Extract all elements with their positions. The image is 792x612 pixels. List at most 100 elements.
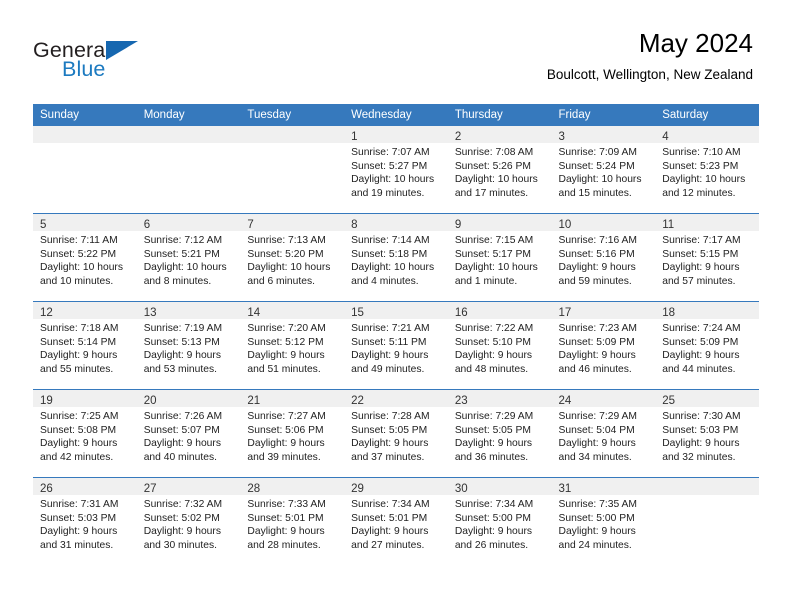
day-number: 30	[454, 483, 468, 495]
calendar-day-cell[interactable]: 15 Sunrise: 7:21 AM Sunset: 5:11 PM Dayligh…	[344, 301, 448, 390]
daylight-duration-line1: Daylight: 9 hours	[454, 438, 533, 450]
day-number-band: 12	[33, 302, 137, 319]
calendar-day-cell[interactable]: 28 Sunrise: 7:33 AM Sunset: 5:01 PM Dayligh…	[240, 477, 345, 565]
day-number-band: 31	[551, 478, 656, 495]
sunset-time: Sunset: 5:04 PM	[558, 424, 635, 436]
calendar-day-cell[interactable]: 17 Sunrise: 7:23 AM Sunset: 5:09 PM Dayligh…	[551, 301, 656, 390]
day-cell-inner: 26 Sunrise: 7:31 AM Sunset: 5:03 PM Dayligh…	[33, 478, 137, 565]
calendar-day-cell[interactable]: 31 Sunrise: 7:35 AM Sunset: 5:00 PM Dayligh…	[551, 477, 656, 565]
sunrise-time: Sunrise: 7:13 AM	[247, 235, 326, 246]
sunset-time: Sunset: 5:16 PM	[558, 248, 635, 260]
page-header: General Blue May 2024 Boulcott, Wellingt…	[0, 0, 792, 104]
calendar-day-cell[interactable]: 12 Sunrise: 7:18 AM Sunset: 5:14 PM Dayligh…	[33, 301, 137, 390]
day-cell-inner: 23 Sunrise: 7:29 AM Sunset: 5:05 PM Dayligh…	[447, 390, 552, 477]
daylight-duration-line1: Daylight: 9 hours	[351, 350, 429, 362]
calendar-day-cell[interactable]: 30 Sunrise: 7:34 AM Sunset: 5:00 PM Dayligh…	[447, 477, 552, 565]
day-cell-details: Sunrise: 7:26 AM Sunset: 5:07 PM Daylight:…	[137, 407, 241, 464]
calendar-day-cell[interactable]: 6 Sunrise: 7:12 AM Sunset: 5:21 PM Daylight…	[136, 213, 241, 302]
sunset-time: Sunset: 5:24 PM	[558, 160, 635, 172]
day-number-band: 21	[240, 390, 345, 407]
calendar-day-cell[interactable]: 29 Sunrise: 7:34 AM Sunset: 5:01 PM Dayligh…	[344, 477, 448, 565]
daylight-duration-line1: Daylight: 9 hours	[247, 350, 325, 362]
calendar-day-cell[interactable]: 7 Sunrise: 7:13 AM Sunset: 5:20 PM Daylight…	[240, 213, 345, 302]
daylight-duration-line1: Daylight: 10 hours	[40, 262, 123, 274]
day-cell-inner: 30 Sunrise: 7:34 AM Sunset: 5:00 PM Dayligh…	[447, 478, 552, 565]
calendar-day-cell[interactable]: 5 Sunrise: 7:11 AM Sunset: 5:22 PM Daylight…	[33, 213, 137, 302]
sunrise-time: Sunrise: 7:19 AM	[143, 323, 223, 334]
day-cell-inner: 27 Sunrise: 7:32 AM Sunset: 5:02 PM Dayligh…	[136, 478, 241, 565]
calendar-day-cell[interactable]: 23 Sunrise: 7:29 AM Sunset: 5:05 PM Dayligh…	[447, 389, 552, 478]
calendar-day-cell[interactable]: 26 Sunrise: 7:31 AM Sunset: 5:03 PM Dayligh…	[33, 477, 137, 565]
calendar-week-row: 26 Sunrise: 7:31 AM Sunset: 5:03 PM Dayligh…	[33, 477, 759, 565]
calendar-day-cell[interactable]: 16 Sunrise: 7:22 AM Sunset: 5:10 PM Dayligh…	[447, 301, 552, 390]
daylight-duration-line2: and 1 minute.	[454, 275, 518, 287]
daylight-duration-line2: and 55 minutes.	[40, 363, 114, 375]
sunrise-time: Sunrise: 7:23 AM	[558, 323, 637, 334]
day-cell-inner: 17 Sunrise: 7:23 AM Sunset: 5:09 PM Dayligh…	[551, 302, 656, 389]
day-number-band: 2	[447, 126, 552, 143]
calendar-day-cell[interactable]: 21 Sunrise: 7:27 AM Sunset: 5:06 PM Dayligh…	[240, 389, 345, 478]
day-cell-inner: 5 Sunrise: 7:11 AM Sunset: 5:22 PM Daylight…	[33, 214, 137, 301]
day-number-band: 19	[33, 390, 137, 407]
daylight-duration-line2: and 59 minutes.	[558, 275, 632, 287]
daylight-duration-line1: Daylight: 9 hours	[351, 438, 429, 450]
calendar-day-cell[interactable]: 3 Sunrise: 7:09 AM Sunset: 5:24 PM Daylight…	[551, 126, 656, 214]
daylight-duration-line1: Daylight: 10 hours	[143, 262, 227, 274]
calendar-day-cell[interactable]: 8 Sunrise: 7:14 AM Sunset: 5:18 PM Daylight…	[344, 213, 448, 302]
day-number-band: 4	[655, 126, 759, 143]
day-cell-details: Sunrise: 7:34 AM Sunset: 5:01 PM Daylight:…	[344, 495, 448, 552]
daylight-duration-line1: Daylight: 9 hours	[558, 526, 636, 538]
calendar-grid: Sunday Monday Tuesday Wednesday Thursday…	[33, 104, 759, 565]
daylight-duration-line2: and 24 minutes.	[558, 539, 632, 551]
day-number: 16	[454, 307, 468, 319]
daylight-duration-line2: and 10 minutes.	[40, 275, 114, 287]
sunset-time: Sunset: 5:05 PM	[351, 424, 428, 436]
calendar-day-cell[interactable]: 24 Sunrise: 7:29 AM Sunset: 5:04 PM Dayligh…	[551, 389, 656, 478]
calendar-day-cell[interactable]: 13 Sunrise: 7:19 AM Sunset: 5:13 PM Dayligh…	[136, 301, 241, 390]
day-cell-details: Sunrise: 7:18 AM Sunset: 5:14 PM Daylight:…	[33, 319, 137, 376]
calendar-day-cell[interactable]: 4 Sunrise: 7:10 AM Sunset: 5:23 PM Daylight…	[655, 126, 759, 214]
daylight-duration-line1: Daylight: 9 hours	[662, 262, 740, 274]
calendar-day-cell[interactable]: 1 Sunrise: 7:07 AM Sunset: 5:27 PM Daylight…	[344, 126, 448, 214]
calendar-day-cell[interactable]: 11 Sunrise: 7:17 AM Sunset: 5:15 PM Dayligh…	[655, 213, 759, 302]
daylight-duration-line1: Daylight: 9 hours	[247, 438, 325, 450]
calendar-day-cell[interactable]: 19 Sunrise: 7:25 AM Sunset: 5:08 PM Dayligh…	[33, 389, 137, 478]
sunrise-time: Sunrise: 7:22 AM	[454, 323, 534, 334]
day-number-band: 6	[136, 214, 241, 231]
daylight-duration-line2: and 15 minutes.	[558, 187, 632, 199]
calendar-day-cell[interactable]: 20 Sunrise: 7:26 AM Sunset: 5:07 PM Dayligh…	[136, 389, 241, 478]
day-number: 11	[662, 219, 675, 231]
day-number-band: 5	[33, 214, 137, 231]
day-cell-inner: 10 Sunrise: 7:16 AM Sunset: 5:16 PM Dayligh…	[551, 214, 656, 301]
daylight-duration-line2: and 49 minutes.	[351, 363, 425, 375]
sunset-time: Sunset: 5:18 PM	[351, 248, 428, 260]
day-number: 17	[558, 307, 572, 319]
day-number: 20	[143, 395, 157, 407]
calendar-day-cell[interactable]: 2 Sunrise: 7:08 AM Sunset: 5:26 PM Daylight…	[447, 126, 552, 214]
calendar-day-cell[interactable]: 22 Sunrise: 7:28 AM Sunset: 5:05 PM Dayligh…	[344, 389, 448, 478]
daylight-duration-line2: and 53 minutes.	[143, 363, 217, 375]
sunset-time: Sunset: 5:17 PM	[454, 248, 531, 260]
title-block: May 2024 Boulcott, Wellington, New Zeala…	[547, 28, 753, 84]
calendar-day-cell[interactable]: 18 Sunrise: 7:24 AM Sunset: 5:09 PM Dayligh…	[655, 301, 759, 390]
sunrise-time: Sunrise: 7:07 AM	[351, 147, 430, 158]
day-cell-inner: 8 Sunrise: 7:14 AM Sunset: 5:18 PM Daylight…	[344, 214, 448, 301]
sunrise-time: Sunrise: 7:26 AM	[143, 411, 223, 422]
calendar-day-cell[interactable]: 25 Sunrise: 7:30 AM Sunset: 5:03 PM Dayligh…	[655, 389, 759, 478]
sunrise-time: Sunrise: 7:24 AM	[662, 323, 741, 334]
daylight-duration-line2: and 19 minutes.	[351, 187, 425, 199]
calendar-day-cell[interactable]: 14 Sunrise: 7:20 AM Sunset: 5:12 PM Dayligh…	[240, 301, 345, 390]
calendar-day-cell[interactable]: 9 Sunrise: 7:15 AM Sunset: 5:17 PM Daylight…	[447, 213, 552, 302]
day-number-band: 26	[33, 478, 137, 495]
day-cell-inner	[655, 478, 759, 565]
day-cell-details: Sunrise: 7:30 AM Sunset: 5:03 PM Daylight:…	[655, 407, 759, 464]
day-cell-details: Sunrise: 7:08 AM Sunset: 5:26 PM Daylight:…	[448, 143, 552, 200]
sunset-time: Sunset: 5:23 PM	[662, 160, 739, 172]
daylight-duration-line2: and 40 minutes.	[143, 451, 217, 463]
calendar-day-cell[interactable]: 27 Sunrise: 7:32 AM Sunset: 5:02 PM Dayligh…	[136, 477, 241, 565]
general-blue-logo: General Blue	[33, 38, 163, 82]
day-number-band: 27	[136, 478, 241, 495]
calendar-day-cell[interactable]: 10 Sunrise: 7:16 AM Sunset: 5:16 PM Dayligh…	[551, 213, 656, 302]
day-number-band: 23	[447, 390, 552, 407]
day-cell-details: Sunrise: 7:27 AM Sunset: 5:06 PM Daylight:…	[240, 407, 344, 464]
